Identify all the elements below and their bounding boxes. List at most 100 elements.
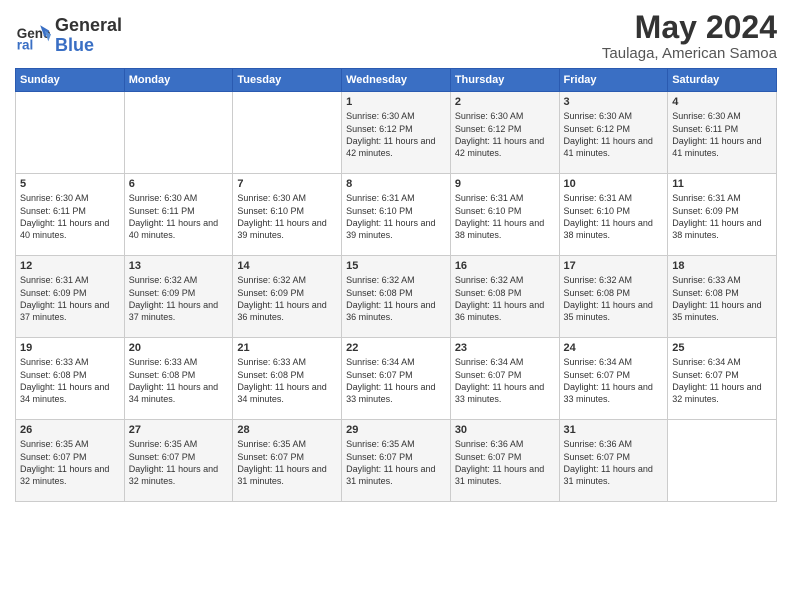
day-info: Sunrise: 6:32 AMSunset: 6:09 PMDaylight:… (237, 274, 337, 323)
weekday-header-wednesday: Wednesday (342, 69, 451, 92)
calendar-table: SundayMondayTuesdayWednesdayThursdayFrid… (15, 68, 777, 502)
day-info: Sunrise: 6:31 AMSunset: 6:10 PMDaylight:… (346, 192, 446, 241)
week-row-2: 5 Sunrise: 6:30 AMSunset: 6:11 PMDaylight… (16, 174, 777, 256)
calendar-cell: 31Sunrise: 6:36 AMSunset: 6:07 PMDayligh… (559, 420, 668, 502)
day-info: Sunrise: 6:35 AMSunset: 6:07 PMDaylight:… (346, 438, 446, 487)
day-number: 20 (129, 341, 229, 355)
calendar-cell: 12Sunrise: 6:31 AMSunset: 6:09 PMDayligh… (16, 256, 125, 338)
calendar-cell: 8Sunrise: 6:31 AMSunset: 6:10 PMDaylight… (342, 174, 451, 256)
day-info: Sunrise: 6:36 AMSunset: 6:07 PMDaylight:… (564, 438, 664, 487)
day-number: 14 (237, 259, 337, 273)
day-info: Sunrise: 6:32 AMSunset: 6:08 PMDaylight:… (346, 274, 446, 323)
day-info: Sunrise: 6:35 AMSunset: 6:07 PMDaylight:… (237, 438, 337, 487)
day-info: Sunrise: 6:33 AMSunset: 6:08 PMDaylight:… (20, 356, 120, 405)
day-number: 29 (346, 423, 446, 437)
calendar-cell: 29Sunrise: 6:35 AMSunset: 6:07 PMDayligh… (342, 420, 451, 502)
day-info: Sunrise: 6:33 AMSunset: 6:08 PMDaylight:… (237, 356, 337, 405)
calendar-cell: 11Sunrise: 6:31 AMSunset: 6:09 PMDayligh… (668, 174, 777, 256)
calendar-cell: 16Sunrise: 6:32 AMSunset: 6:08 PMDayligh… (450, 256, 559, 338)
day-number: 27 (129, 423, 229, 437)
calendar-cell: 17Sunrise: 6:32 AMSunset: 6:08 PMDayligh… (559, 256, 668, 338)
calendar-cell (233, 92, 342, 174)
week-row-5: 26Sunrise: 6:35 AMSunset: 6:07 PMDayligh… (16, 420, 777, 502)
calendar-cell: 25Sunrise: 6:34 AMSunset: 6:07 PMDayligh… (668, 338, 777, 420)
weekday-header-saturday: Saturday (668, 69, 777, 92)
day-info: Sunrise: 6:31 AMSunset: 6:09 PMDaylight:… (20, 274, 120, 323)
day-number: 31 (564, 423, 664, 437)
day-info: Sunrise: 6:32 AMSunset: 6:08 PMDaylight:… (564, 274, 664, 323)
day-info: Sunrise: 6:35 AMSunset: 6:07 PMDaylight:… (129, 438, 229, 487)
calendar-cell: 20Sunrise: 6:33 AMSunset: 6:08 PMDayligh… (124, 338, 233, 420)
day-info: Sunrise: 6:31 AMSunset: 6:10 PMDaylight:… (455, 192, 555, 241)
logo: Gene ral General Blue (15, 16, 122, 56)
day-number: 15 (346, 259, 446, 273)
weekday-header-friday: Friday (559, 69, 668, 92)
day-number: 26 (20, 423, 120, 437)
calendar-cell: 1Sunrise: 6:30 AMSunset: 6:12 PMDaylight… (342, 92, 451, 174)
day-info: Sunrise: 6:34 AMSunset: 6:07 PMDaylight:… (346, 356, 446, 405)
week-row-1: 1Sunrise: 6:30 AMSunset: 6:12 PMDaylight… (16, 92, 777, 174)
day-number: 9 (455, 177, 555, 191)
logo-icon: Gene ral (15, 18, 51, 54)
day-number: 21 (237, 341, 337, 355)
day-info: Sunrise: 6:32 AMSunset: 6:08 PMDaylight:… (455, 274, 555, 323)
day-info: Sunrise: 6:35 AMSunset: 6:07 PMDaylight:… (20, 438, 120, 487)
day-number: 28 (237, 423, 337, 437)
weekday-header-sunday: Sunday (16, 69, 125, 92)
day-number: 11 (672, 177, 772, 191)
day-info: Sunrise: 6:34 AMSunset: 6:07 PMDaylight:… (455, 356, 555, 405)
calendar-body: 1Sunrise: 6:30 AMSunset: 6:12 PMDaylight… (16, 92, 777, 502)
weekday-header-thursday: Thursday (450, 69, 559, 92)
day-number: 18 (672, 259, 772, 273)
calendar-cell: 4Sunrise: 6:30 AMSunset: 6:11 PMDaylight… (668, 92, 777, 174)
title-block: May 2024 Taulaga, American Samoa (602, 10, 777, 62)
day-info: Sunrise: 6:30 AMSunset: 6:12 PMDaylight:… (564, 110, 664, 159)
day-info: Sunrise: 6:31 AMSunset: 6:10 PMDaylight:… (564, 192, 664, 241)
day-info: Sunrise: 6:33 AMSunset: 6:08 PMDaylight:… (129, 356, 229, 405)
calendar-cell: 18Sunrise: 6:33 AMSunset: 6:08 PMDayligh… (668, 256, 777, 338)
day-number: 25 (672, 341, 772, 355)
day-number: 5 (20, 177, 120, 191)
day-number: 4 (672, 95, 772, 109)
weekday-header-monday: Monday (124, 69, 233, 92)
day-number: 3 (564, 95, 664, 109)
day-info: Sunrise: 6:30 AMSunset: 6:12 PMDaylight:… (346, 110, 446, 159)
svg-text:ral: ral (17, 37, 34, 52)
day-info: Sunrise: 6:36 AMSunset: 6:07 PMDaylight:… (455, 438, 555, 487)
calendar-cell: 24Sunrise: 6:34 AMSunset: 6:07 PMDayligh… (559, 338, 668, 420)
day-number: 8 (346, 177, 446, 191)
week-row-4: 19Sunrise: 6:33 AMSunset: 6:08 PMDayligh… (16, 338, 777, 420)
day-info: Sunrise: 6:30 AMSunset: 6:11 PMDaylight:… (672, 110, 772, 159)
day-info: Sunrise: 6:31 AMSunset: 6:09 PMDaylight:… (672, 192, 772, 241)
calendar-cell: 14Sunrise: 6:32 AMSunset: 6:09 PMDayligh… (233, 256, 342, 338)
day-info: Sunrise: 6:32 AMSunset: 6:09 PMDaylight:… (129, 274, 229, 323)
day-number: 17 (564, 259, 664, 273)
day-info: Sunrise: 6:30 AMSunset: 6:11 PMDaylight:… (129, 192, 229, 241)
week-row-3: 12Sunrise: 6:31 AMSunset: 6:09 PMDayligh… (16, 256, 777, 338)
day-number: 10 (564, 177, 664, 191)
day-number: 16 (455, 259, 555, 273)
calendar-cell (124, 92, 233, 174)
location: Taulaga, American Samoa (602, 45, 777, 62)
calendar-cell: 3Sunrise: 6:30 AMSunset: 6:12 PMDaylight… (559, 92, 668, 174)
calendar-cell: 13Sunrise: 6:32 AMSunset: 6:09 PMDayligh… (124, 256, 233, 338)
day-number: 22 (346, 341, 446, 355)
calendar-cell: 2Sunrise: 6:30 AMSunset: 6:12 PMDaylight… (450, 92, 559, 174)
day-number: 6 (129, 177, 229, 191)
weekday-header-tuesday: Tuesday (233, 69, 342, 92)
calendar-cell: 9Sunrise: 6:31 AMSunset: 6:10 PMDaylight… (450, 174, 559, 256)
day-number: 23 (455, 341, 555, 355)
calendar-cell: 10Sunrise: 6:31 AMSunset: 6:10 PMDayligh… (559, 174, 668, 256)
day-info: Sunrise: 6:34 AMSunset: 6:07 PMDaylight:… (672, 356, 772, 405)
day-number: 1 (346, 95, 446, 109)
calendar-cell: 26Sunrise: 6:35 AMSunset: 6:07 PMDayligh… (16, 420, 125, 502)
day-info: Sunrise: 6:30 AMSunset: 6:10 PMDaylight:… (237, 192, 337, 241)
calendar-cell: 6Sunrise: 6:30 AMSunset: 6:11 PMDaylight… (124, 174, 233, 256)
day-number: 19 (20, 341, 120, 355)
day-info: Sunrise: 6:30 AMSunset: 6:12 PMDaylight:… (455, 110, 555, 159)
calendar-cell: 21Sunrise: 6:33 AMSunset: 6:08 PMDayligh… (233, 338, 342, 420)
calendar-cell: 7Sunrise: 6:30 AMSunset: 6:10 PMDaylight… (233, 174, 342, 256)
calendar-cell (668, 420, 777, 502)
day-number: 7 (237, 177, 337, 191)
calendar-cell: 5Sunrise: 6:30 AMSunset: 6:11 PMDaylight… (16, 174, 125, 256)
